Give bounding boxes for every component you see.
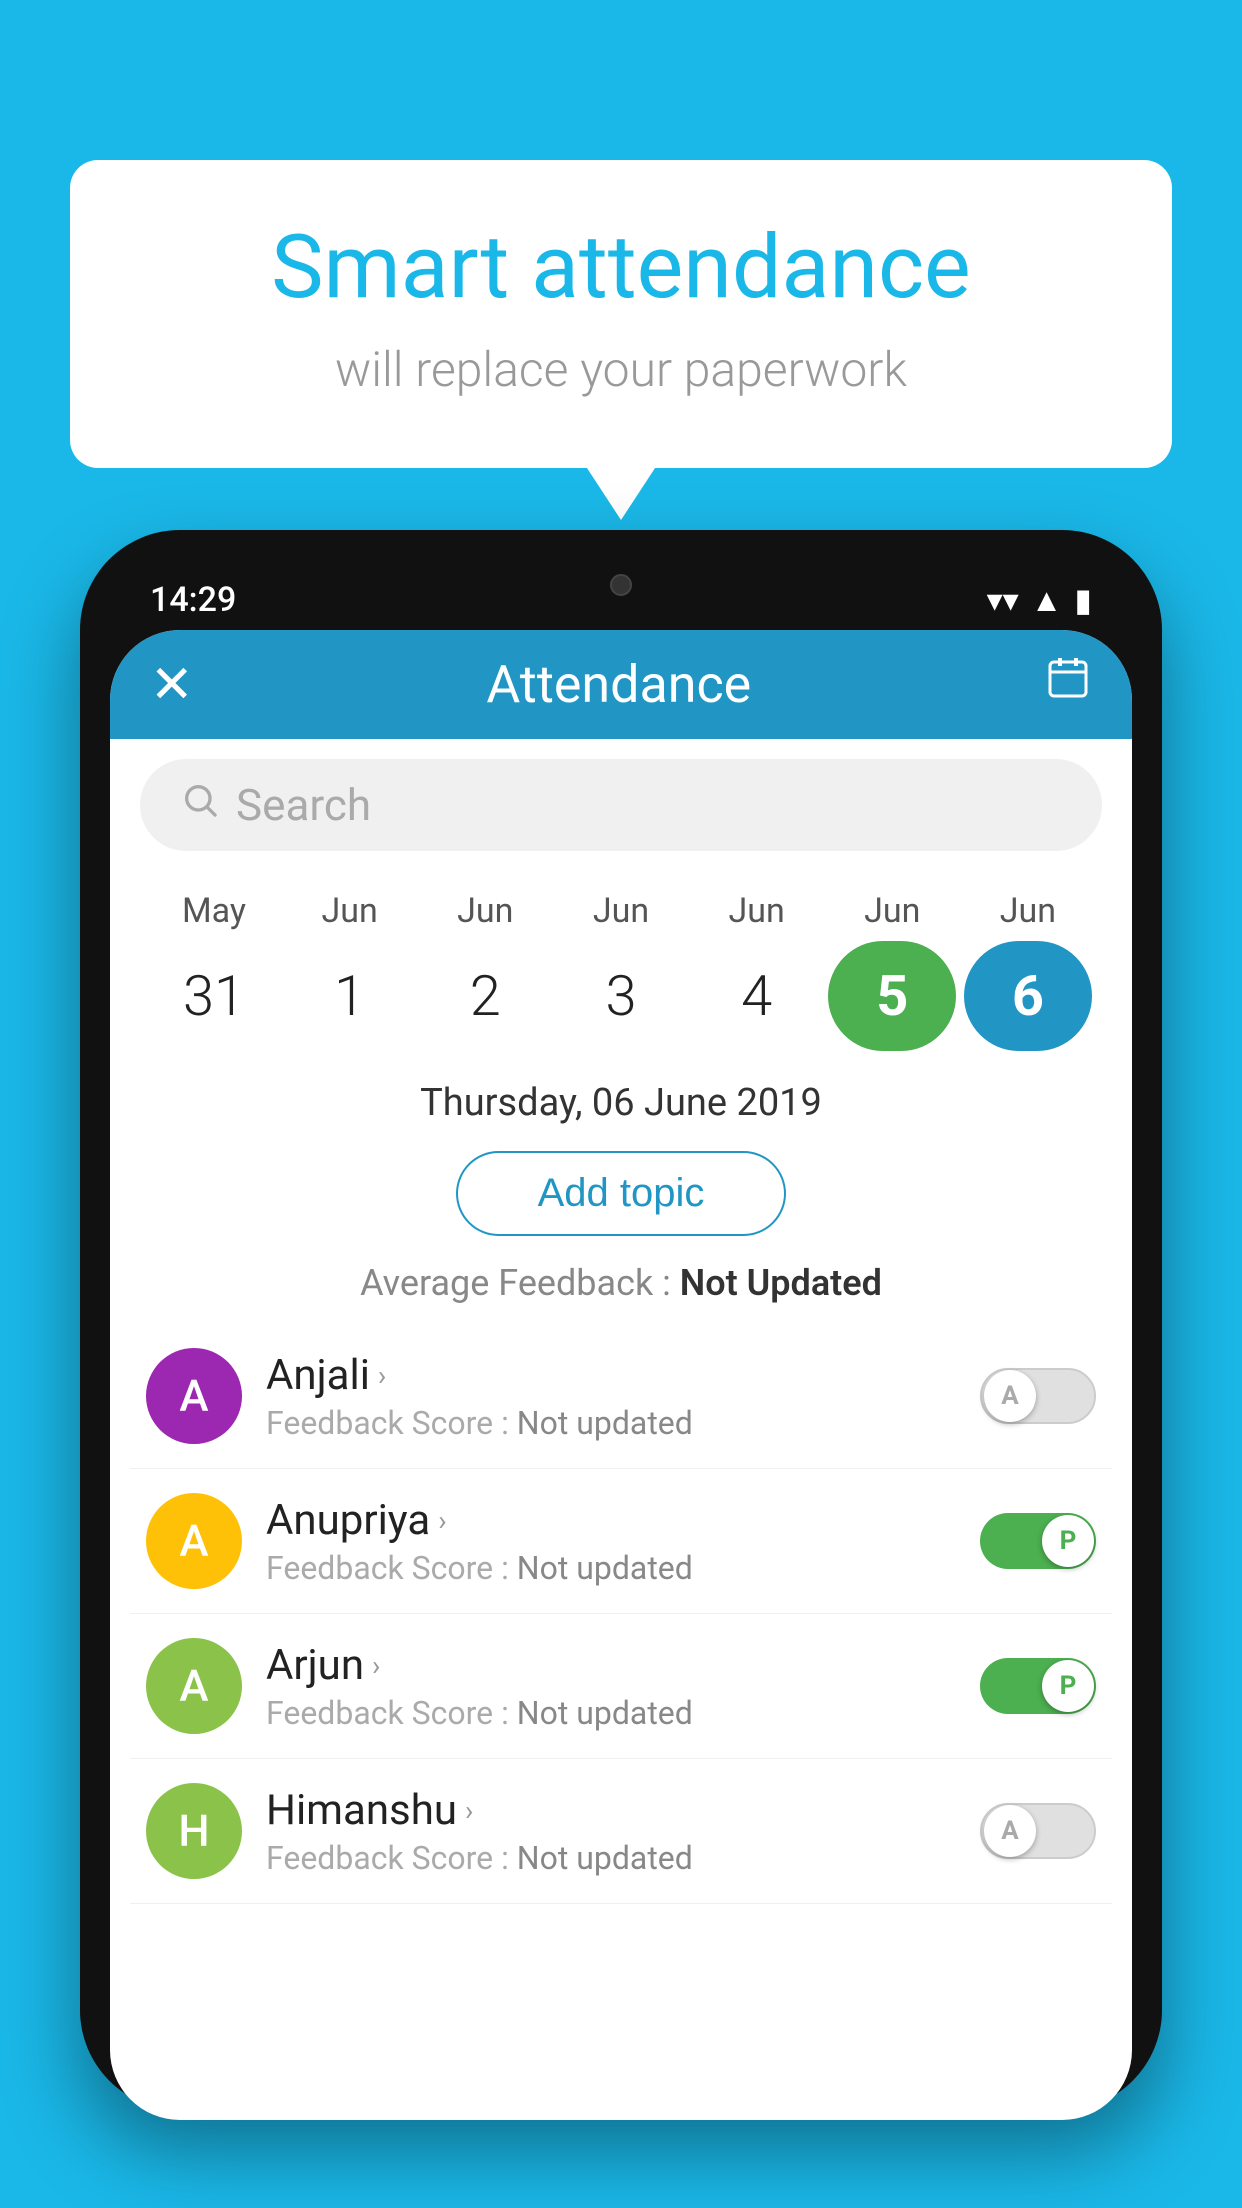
phone-container: 14:29 ▾▾ ▲ ▮ ✕ Attendance	[80, 530, 1162, 2208]
calendar-day-31[interactable]: 31	[150, 941, 278, 1051]
phone-body: 14:29 ▾▾ ▲ ▮ ✕ Attendance	[80, 530, 1162, 2110]
student-list: A Anjali › Feedback Score : Not updated …	[110, 1324, 1132, 2120]
student-feedback-anupriya: Feedback Score : Not updated	[266, 1549, 956, 1587]
calendar-day-3[interactable]: 3	[557, 941, 685, 1051]
toggle-arjun[interactable]: P	[980, 1658, 1096, 1714]
camera-dot	[610, 574, 632, 596]
chevron-icon-himanshu: ›	[465, 1794, 473, 1827]
student-info-arjun[interactable]: Arjun › Feedback Score : Not updated	[266, 1641, 956, 1732]
calendar-day-1[interactable]: 1	[286, 941, 414, 1051]
calendar-month-3: Jun	[557, 891, 685, 931]
search-bar[interactable]: Search	[140, 759, 1102, 851]
status-time: 14:29	[150, 580, 236, 620]
phone-notch	[561, 560, 681, 610]
student-name-himanshu: Himanshu ›	[266, 1786, 956, 1835]
app-title: Attendance	[486, 654, 751, 715]
chevron-icon-arjun: ›	[372, 1649, 380, 1682]
student-info-anjali[interactable]: Anjali › Feedback Score : Not updated	[266, 1351, 956, 1442]
calendar-month-1: Jun	[286, 891, 414, 931]
add-topic-container: Add topic	[110, 1135, 1132, 1252]
app-header: ✕ Attendance	[110, 630, 1132, 739]
student-name-anupriya: Anupriya ›	[266, 1496, 956, 1545]
chevron-icon-anjali: ›	[378, 1359, 386, 1392]
calendar-day-5[interactable]: 5	[828, 941, 956, 1051]
student-feedback-arjun: Feedback Score : Not updated	[266, 1694, 956, 1732]
wifi-icon: ▾▾	[987, 581, 1019, 619]
calendar-month-5: Jun	[828, 891, 956, 931]
student-avatar-himanshu: H	[146, 1783, 242, 1879]
toggle-knob-anjali: A	[984, 1370, 1036, 1422]
student-name-arjun: Arjun ›	[266, 1641, 956, 1690]
calendar-months-row: May Jun Jun Jun Jun Jun Jun	[140, 891, 1102, 931]
speech-bubble-container: Smart attendance will replace your paper…	[70, 160, 1172, 468]
student-avatar-anjali: A	[146, 1348, 242, 1444]
search-icon	[180, 780, 220, 830]
calendar-day-4[interactable]: 4	[693, 941, 821, 1051]
add-topic-button[interactable]: Add topic	[456, 1151, 787, 1236]
speech-bubble-subtitle: will replace your paperwork	[150, 341, 1092, 398]
student-avatar-anupriya: A	[146, 1493, 242, 1589]
attendance-toggle-himanshu[interactable]: A	[980, 1803, 1096, 1859]
student-item-anupriya: A Anupriya › Feedback Score : Not update…	[130, 1469, 1112, 1614]
student-item-himanshu: H Himanshu › Feedback Score : Not update…	[130, 1759, 1112, 1904]
signal-icon: ▲	[1031, 581, 1063, 619]
calendar-month-6: Jun	[964, 891, 1092, 931]
calendar-day-6[interactable]: 6	[964, 941, 1092, 1051]
close-button[interactable]: ✕	[150, 654, 194, 715]
avg-feedback-label: Average Feedback :	[360, 1262, 680, 1304]
calendar-icon[interactable]	[1044, 654, 1092, 715]
status-bar: 14:29 ▾▾ ▲ ▮	[110, 560, 1132, 630]
student-info-himanshu[interactable]: Himanshu › Feedback Score : Not updated	[266, 1786, 956, 1877]
calendar-strip: May Jun Jun Jun Jun Jun Jun 31 1 2 3 4 5…	[110, 871, 1132, 1061]
toggle-anupriya[interactable]: P	[980, 1513, 1096, 1569]
calendar-month-0: May	[150, 891, 278, 931]
search-placeholder: Search	[236, 779, 371, 831]
speech-bubble: Smart attendance will replace your paper…	[70, 160, 1172, 468]
toggle-knob-anupriya: P	[1042, 1515, 1094, 1567]
battery-icon: ▮	[1074, 581, 1092, 619]
speech-bubble-title: Smart attendance	[150, 220, 1092, 317]
toggle-knob-arjun: P	[1042, 1660, 1094, 1712]
toggle-himanshu[interactable]: A	[980, 1803, 1096, 1859]
student-item-arjun: A Arjun › Feedback Score : Not updated P	[130, 1614, 1112, 1759]
selected-date-label: Thursday, 06 June 2019	[110, 1061, 1132, 1135]
toggle-knob-himanshu: A	[984, 1805, 1036, 1857]
status-icons: ▾▾ ▲ ▮	[987, 581, 1092, 619]
chevron-icon-anupriya: ›	[438, 1504, 446, 1537]
search-bar-container: Search	[110, 739, 1132, 871]
student-avatar-arjun: A	[146, 1638, 242, 1734]
calendar-month-4: Jun	[693, 891, 821, 931]
student-item-anjali: A Anjali › Feedback Score : Not updated …	[130, 1324, 1112, 1469]
attendance-toggle-arjun[interactable]: P	[980, 1658, 1096, 1714]
avg-feedback-value: Not Updated	[680, 1262, 882, 1304]
calendar-days-row: 31 1 2 3 4 5 6	[140, 941, 1102, 1051]
calendar-month-2: Jun	[421, 891, 549, 931]
student-info-anupriya[interactable]: Anupriya › Feedback Score : Not updated	[266, 1496, 956, 1587]
attendance-toggle-anjali[interactable]: A	[980, 1368, 1096, 1424]
toggle-anjali[interactable]: A	[980, 1368, 1096, 1424]
student-name-anjali: Anjali ›	[266, 1351, 956, 1400]
student-feedback-anjali: Feedback Score : Not updated	[266, 1404, 956, 1442]
attendance-toggle-anupriya[interactable]: P	[980, 1513, 1096, 1569]
phone-screen: ✕ Attendance	[110, 630, 1132, 2120]
student-feedback-himanshu: Feedback Score : Not updated	[266, 1839, 956, 1877]
avg-feedback-row: Average Feedback : Not Updated	[110, 1252, 1132, 1324]
calendar-day-2[interactable]: 2	[421, 941, 549, 1051]
